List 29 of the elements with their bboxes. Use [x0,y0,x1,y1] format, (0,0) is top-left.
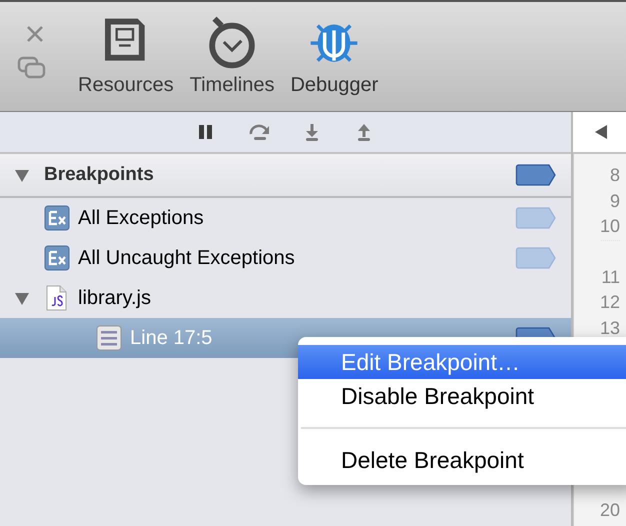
menu-item[interactable]: Delete Breakpoint [298,443,626,477]
toolbar-tab[interactable]: Timelines [182,8,282,111]
back-arrow-icon[interactable] [593,124,609,140]
line-number: 20 [600,498,620,522]
line-number: 8 [610,164,620,187]
section-title: Breakpoints [44,164,155,186]
breakpoint-marker[interactable] [515,247,557,269]
sidebar-item[interactable]: library.js [0,278,571,318]
step-over-icon[interactable] [248,122,272,142]
sidebar-item[interactable]: All Uncaught Exceptions [0,238,571,278]
line-number: 12 [600,291,620,314]
breakpoint-marker[interactable] [515,207,557,229]
close-icon[interactable] [25,24,45,44]
menu-item[interactable]: Disable Breakpoint [298,379,626,413]
windows-icon[interactable] [17,56,47,80]
menu-item[interactable]: Edit Breakpoint… [298,345,626,379]
sidebar-item[interactable]: All Exceptions [0,198,571,238]
line-number: 9 [610,190,620,212]
section-header[interactable]: Breakpoints [0,154,571,198]
line-number: 13 [600,316,620,340]
exception-icon [44,205,70,231]
line-number: 10 [600,215,620,238]
toolbar-tab[interactable]: Resources [70,8,182,111]
exception-icon [44,245,70,271]
disclosure-triangle[interactable] [14,167,30,183]
toolbar-tab[interactable]: Debugger [282,8,386,111]
breakpoint-marker[interactable] [515,164,557,186]
line-number: 11 [601,240,620,290]
disclosure-triangle[interactable] [14,290,30,306]
